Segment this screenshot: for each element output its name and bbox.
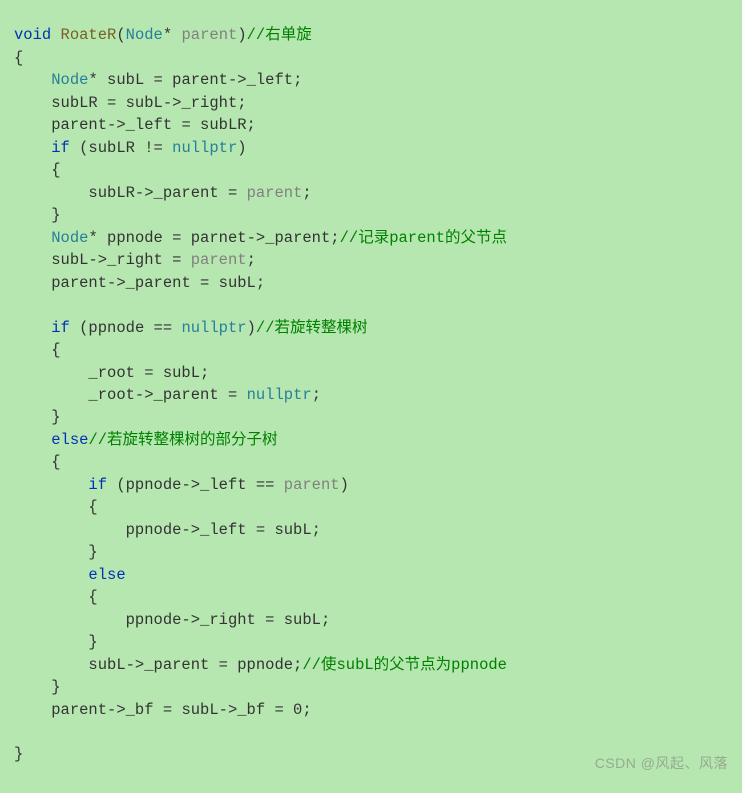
brace: { <box>88 498 97 516</box>
keyword-else: else <box>88 566 125 584</box>
comment: //记录parent的父节点 <box>340 229 507 247</box>
code-text: parent->_parent = subL; <box>51 274 265 292</box>
comment: //若旋转整棵树的部分子树 <box>88 431 277 449</box>
semi: ; <box>247 251 256 269</box>
nullptr: nullptr <box>172 139 237 157</box>
brace-close: } <box>14 745 23 763</box>
brace: { <box>51 341 60 359</box>
code-text: subL->_right = <box>51 251 191 269</box>
keyword-if: if <box>51 139 70 157</box>
param-ref: parent <box>191 251 247 269</box>
comment: //若旋转整棵树 <box>256 319 368 337</box>
brace: { <box>51 161 60 179</box>
brace: { <box>51 453 60 471</box>
nullptr: nullptr <box>181 319 246 337</box>
code-text: subL->_parent = ppnode; <box>88 656 302 674</box>
code-text: (ppnode == <box>70 319 182 337</box>
function-name: RoateR <box>61 26 117 44</box>
code-text: _root = subL; <box>88 364 209 382</box>
code-text: _root->_parent = <box>88 386 246 404</box>
param-ref: parent <box>247 184 303 202</box>
code-text: parent->_bf = subL->_bf = 0; <box>51 701 311 719</box>
param-parent: parent <box>182 26 238 44</box>
nullptr: nullptr <box>247 386 312 404</box>
code-block: void RoateR(Node* parent)//右单旋 { Node* s… <box>0 0 742 768</box>
star: * <box>163 26 172 44</box>
type-node: Node <box>126 26 163 44</box>
code-text: subLR = subL->_right; <box>51 94 246 112</box>
keyword-if: if <box>88 476 107 494</box>
brace: } <box>51 678 60 696</box>
paren: ) <box>247 319 256 337</box>
code-text: * ppnode = parnet->_parent; <box>88 229 339 247</box>
paren: ) <box>237 139 246 157</box>
semi: ; <box>302 184 311 202</box>
brace: { <box>88 588 97 606</box>
code-text: parent->_left = subLR; <box>51 116 256 134</box>
code-text: (subLR != <box>70 139 172 157</box>
brace: } <box>51 206 60 224</box>
keyword-void: void <box>14 26 51 44</box>
code-text: ppnode->_left = subL; <box>126 521 321 539</box>
paren: ) <box>340 476 349 494</box>
code-text: (ppnode->_left == <box>107 476 284 494</box>
type-node: Node <box>51 229 88 247</box>
code-text: ppnode->_right = subL; <box>126 611 331 629</box>
watermark-text: CSDN @风起、风落 <box>595 753 728 773</box>
brace: } <box>88 633 97 651</box>
param-ref: parent <box>284 476 340 494</box>
code-text: subLR->_parent = <box>88 184 246 202</box>
comment: //使subL的父节点为ppnode <box>302 656 507 674</box>
code-text: * subL = parent->_left; <box>88 71 302 89</box>
brace-open: { <box>14 49 23 67</box>
keyword-else: else <box>51 431 88 449</box>
type-node: Node <box>51 71 88 89</box>
keyword-if: if <box>51 319 70 337</box>
brace: } <box>51 408 60 426</box>
brace: } <box>88 543 97 561</box>
comment: //右单旋 <box>247 26 312 44</box>
semi: ; <box>312 386 321 404</box>
